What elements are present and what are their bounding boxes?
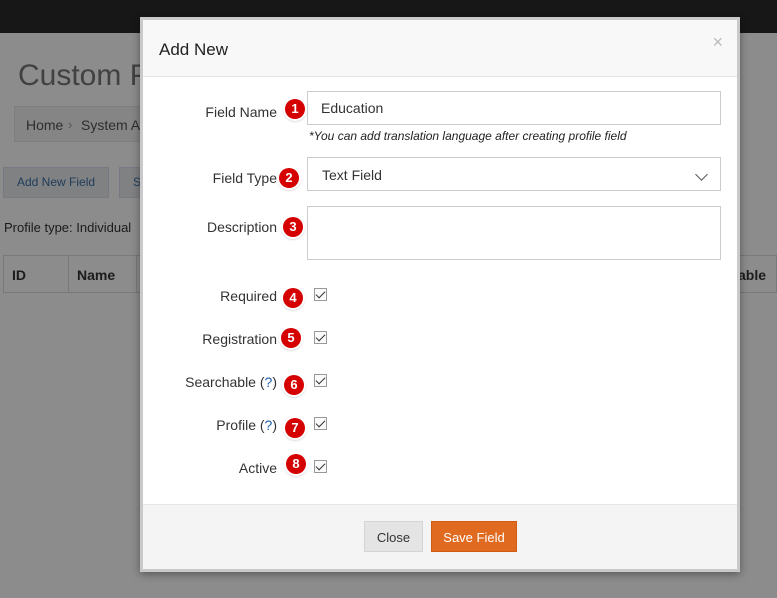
searchable-label-end: ) — [272, 374, 277, 390]
active-label: Active — [238, 460, 277, 476]
field-name-hint: *You can add translation language after … — [309, 129, 627, 143]
description-textarea[interactable] — [307, 206, 721, 260]
step-badge-1: 1 — [285, 99, 305, 119]
field-type-label: Field Type — [212, 170, 277, 186]
step-badge-8: 8 — [286, 454, 306, 474]
field-name-label: Field Name — [205, 104, 277, 120]
add-new-modal: Add New × Field Name 1 *You can add tran… — [140, 17, 740, 572]
modal-header: Add New × — [143, 20, 737, 77]
step-badge-3: 3 — [283, 217, 303, 237]
registration-checkbox[interactable] — [314, 331, 327, 344]
active-checkbox[interactable] — [314, 460, 327, 473]
close-button[interactable]: Close — [364, 521, 423, 552]
required-label: Required — [220, 288, 277, 304]
save-field-button[interactable]: Save Field — [431, 521, 517, 552]
field-type-value: Text Field — [322, 167, 382, 183]
profile-checkbox[interactable] — [314, 417, 327, 430]
description-label: Description — [206, 219, 277, 235]
step-badge-2: 2 — [279, 168, 299, 188]
profile-label-text: Profile ( — [216, 417, 265, 433]
step-badge-5: 5 — [281, 328, 301, 348]
profile-label: Profile (?) — [143, 417, 277, 433]
registration-label: Registration — [202, 331, 277, 347]
modal-title: Add New — [159, 40, 228, 59]
step-badge-6: 6 — [284, 375, 304, 395]
required-checkbox[interactable] — [314, 288, 327, 301]
searchable-label-text: Searchable ( — [185, 374, 265, 390]
searchable-checkbox[interactable] — [314, 374, 327, 387]
step-badge-4: 4 — [283, 288, 303, 308]
field-name-input[interactable] — [307, 91, 721, 125]
searchable-label: Searchable (?) — [143, 374, 277, 390]
step-badge-7: 7 — [285, 418, 305, 438]
field-type-select[interactable]: Text Field — [307, 157, 721, 191]
profile-label-end: ) — [272, 417, 277, 433]
chevron-down-icon — [695, 168, 708, 181]
close-icon[interactable]: × — [712, 32, 723, 53]
